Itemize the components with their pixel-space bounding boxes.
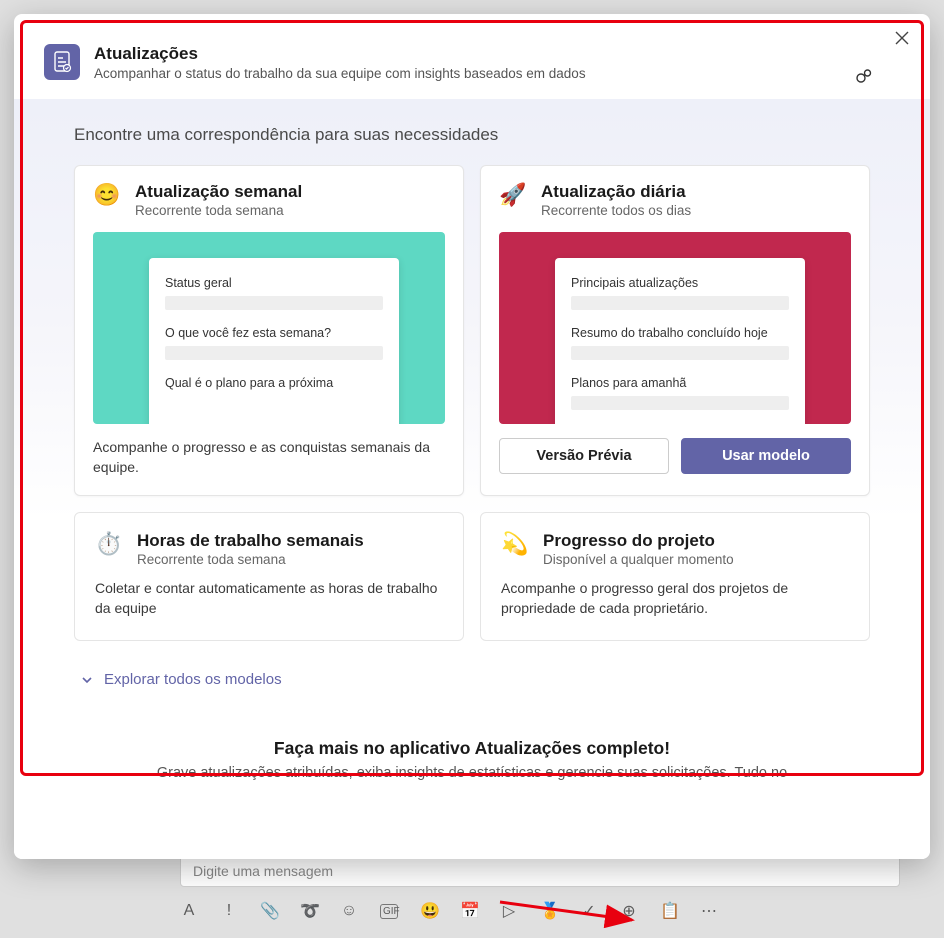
updates-app-icon bbox=[44, 44, 80, 80]
field-label: Planos para amanhã bbox=[571, 376, 789, 390]
stopwatch-icon: ⏱️ bbox=[95, 533, 123, 555]
explore-label: Explorar todos os modelos bbox=[104, 671, 282, 688]
explore-all-link[interactable]: Explorar todos os modelos bbox=[74, 667, 870, 692]
footer-promo: Faça mais no aplicativo Atualizações com… bbox=[74, 738, 870, 781]
field-label: Resumo do trabalho concluído hoje bbox=[571, 326, 789, 340]
template-card-hours[interactable]: ⏱️ Horas de trabalho semanais Recorrente… bbox=[74, 512, 464, 641]
updates-modal: Atualizações Acompanhar o status do trab… bbox=[14, 14, 930, 859]
updates-icon[interactable]: 📋 bbox=[660, 901, 678, 921]
card-subtitle: Recorrente todos os dias bbox=[541, 203, 691, 218]
field-label: Status geral bbox=[165, 276, 383, 290]
promo-subtitle: Grave atualizações atribuídas, exiba ins… bbox=[74, 765, 870, 781]
popout-button[interactable] bbox=[850, 62, 878, 90]
card-title: Atualização diária bbox=[541, 182, 691, 202]
close-button[interactable] bbox=[888, 24, 916, 52]
field-label: Principais atualizações bbox=[571, 276, 789, 290]
praise-icon[interactable]: 🏅 bbox=[540, 901, 558, 921]
card-description: Coletar e contar automaticamente as hora… bbox=[95, 579, 443, 618]
card-title: Atualização semanal bbox=[135, 182, 302, 202]
card-title: Horas de trabalho semanais bbox=[137, 531, 364, 551]
sparkle-icon: 💫 bbox=[501, 533, 529, 555]
modal-header: Atualizações Acompanhar o status do trab… bbox=[14, 14, 930, 99]
template-card-project[interactable]: 💫 Progresso do projeto Disponível a qual… bbox=[480, 512, 870, 641]
modal-subtitle: Acompanhar o status do trabalho da sua e… bbox=[94, 66, 586, 81]
template-card-weekly[interactable]: 😊 Atualização semanal Recorrente toda se… bbox=[74, 165, 464, 496]
rocket-icon: 🚀 bbox=[499, 184, 527, 206]
compose-bar: Digite uma mensagem A ! 📎 ➰ ☺ GIF 😃 📅 ▷ … bbox=[180, 855, 900, 921]
field-label: O que você fez esta semana? bbox=[165, 326, 383, 340]
section-heading: Encontre uma correspondência para suas n… bbox=[74, 125, 870, 145]
card-subtitle: Recorrente toda semana bbox=[135, 203, 302, 218]
template-card-daily[interactable]: 🚀 Atualização diária Recorrente todos os… bbox=[480, 165, 870, 496]
message-input[interactable]: Digite uma mensagem bbox=[180, 855, 900, 887]
preview-button[interactable]: Versão Prévia bbox=[499, 438, 669, 474]
format-icon[interactable]: A bbox=[180, 902, 198, 920]
modal-title: Atualizações bbox=[94, 44, 586, 64]
schedule-icon[interactable]: 📅 bbox=[460, 901, 478, 921]
more-icon[interactable]: ⋯ bbox=[700, 901, 718, 921]
card-subtitle: Disponível a qualquer momento bbox=[543, 552, 734, 567]
sun-icon: 😊 bbox=[93, 184, 121, 206]
emoji-icon[interactable]: ☺ bbox=[340, 902, 358, 920]
card-description: Acompanhe o progresso e as conquistas se… bbox=[93, 438, 445, 477]
card-subtitle: Recorrente toda semana bbox=[137, 552, 364, 567]
stream-icon[interactable]: ▷ bbox=[500, 901, 518, 921]
gif-icon[interactable]: GIF bbox=[380, 904, 398, 919]
card-preview: Status geral O que você fez esta semana?… bbox=[93, 232, 445, 424]
use-template-button[interactable]: Usar modelo bbox=[681, 438, 851, 474]
field-label: Qual é o plano para a próxima bbox=[165, 376, 383, 390]
loop-icon[interactable]: ➰ bbox=[300, 901, 318, 921]
viva-icon[interactable]: ⊕ bbox=[620, 901, 638, 921]
card-preview: Principais atualizações Resumo do trabal… bbox=[499, 232, 851, 424]
card-description: Acompanhe o progresso geral dos projetos… bbox=[501, 579, 849, 618]
card-title: Progresso do projeto bbox=[543, 531, 734, 551]
sticker-icon[interactable]: 😃 bbox=[420, 901, 438, 921]
approvals-icon[interactable]: ✓ bbox=[580, 901, 598, 921]
promo-title: Faça mais no aplicativo Atualizações com… bbox=[74, 738, 870, 759]
compose-toolbar: A ! 📎 ➰ ☺ GIF 😃 📅 ▷ 🏅 ✓ ⊕ 📋 ⋯ bbox=[180, 901, 900, 921]
priority-icon[interactable]: ! bbox=[220, 902, 238, 920]
modal-body[interactable]: Encontre uma correspondência para suas n… bbox=[14, 99, 930, 859]
attach-icon[interactable]: 📎 bbox=[260, 901, 278, 921]
